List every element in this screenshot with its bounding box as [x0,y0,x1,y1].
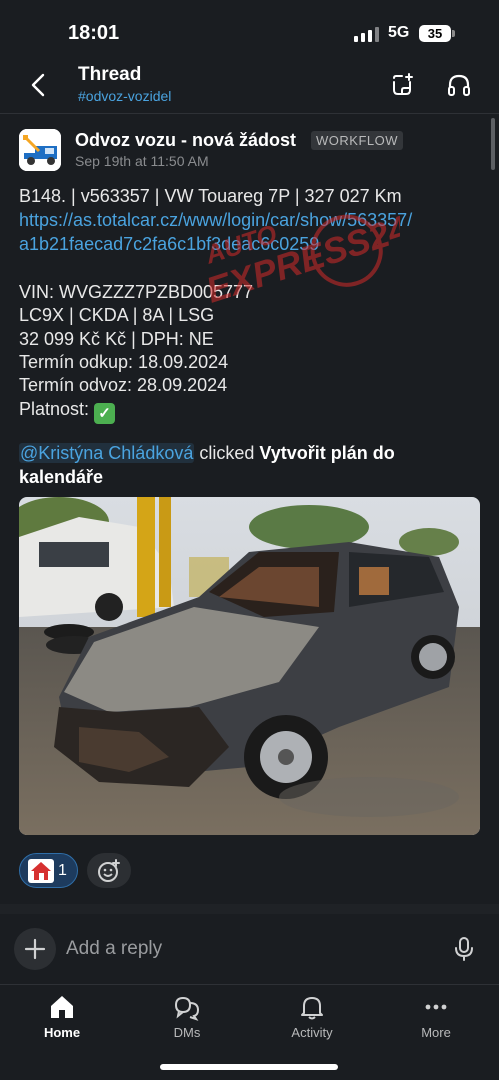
message-timestamp: Sep 19th at 11:50 AM [75,153,209,169]
codes-line: LC9X | CKDA | 8A | LSG [19,305,215,325]
vin-line: VIN: WVGZZZ7PZBD005777 [19,282,254,302]
section-divider [0,904,499,914]
home-icon [51,996,73,1018]
tab-home[interactable]: Home [12,993,112,1053]
attach-button[interactable] [14,928,56,970]
header-divider [0,113,499,114]
signal-icon [354,27,379,42]
tab-more[interactable]: More [386,993,486,1053]
action-line: @Kristýna Chládková clicked Vytvořit plá… [19,443,395,464]
home-indicator[interactable] [160,1064,338,1070]
pickup-date-line: Termín odvoz: 28.09.2024 [19,375,228,395]
tab-more-label: More [421,1025,451,1040]
buy-date-line: Termín odkup: 18.09.2024 [19,352,229,372]
totalcar-link-cont[interactable]: a1b21faecad7c2fa6c1bf3deac6c0259 [19,234,319,255]
add-reaction-button[interactable] [87,853,131,888]
tab-activity[interactable]: Activity [262,993,362,1053]
totalcar-link[interactable]: https://as.totalcar.cz/www/login/car/sho… [19,210,412,231]
reply-bar: Add a reply [0,914,499,984]
new-note-icon[interactable] [390,72,416,98]
action-name-cont: kalendáře [19,467,104,487]
more-icon [425,1004,447,1010]
tab-dms[interactable]: DMs [137,993,237,1053]
tab-home-label: Home [43,1025,81,1040]
status-bar: 18:01 5G 35 [0,0,499,60]
add-emoji-icon [98,859,120,882]
tab-activity-label: Activity [291,1025,333,1040]
house-reaction[interactable]: 1 [19,853,78,888]
dms-icon [174,996,200,1021]
user-mention[interactable]: @Kristýna Chládková [19,443,195,463]
back-arrow-icon[interactable] [26,72,52,98]
thread-header: Thread #odvoz-vozidel [0,60,499,112]
reply-input[interactable]: Add a reply [66,938,162,960]
checkmark-icon: ✓ [94,403,116,424]
validity-line: Platnost: ✓ [19,399,116,424]
network-label: 5G [388,24,410,41]
reaction-count: 1 [58,861,67,879]
workflow-badge: WORKFLOW [311,131,403,150]
battery-tip [452,30,455,37]
bell-icon [301,997,323,1020]
status-time: 18:01 [68,22,120,44]
page-title: Thread [78,64,142,85]
burned-car-photo[interactable] [19,497,480,835]
plus-icon [24,938,46,960]
channel-link[interactable]: #odvoz-vozidel [78,88,171,104]
tab-dms-label: DMs [173,1025,201,1040]
validity-label: Platnost: [19,399,95,419]
action-name: Vytvořit plán do [259,443,395,463]
tow-truck-avatar[interactable] [19,129,61,171]
vehicle-summary: B148. | v563357 | VW Touareg 7P | 327 02… [19,186,402,206]
price-line: 32 099 Kč Kč | DPH: NE [19,329,214,349]
headphones-icon[interactable] [446,72,472,98]
scrollbar[interactable] [491,118,495,170]
message-author[interactable]: Odvoz vozu - nová žádost [75,130,296,151]
clicked-text: clicked [194,443,260,463]
microphone-icon[interactable] [452,936,476,962]
battery-icon: 35 [419,25,451,42]
house-icon [28,858,54,883]
